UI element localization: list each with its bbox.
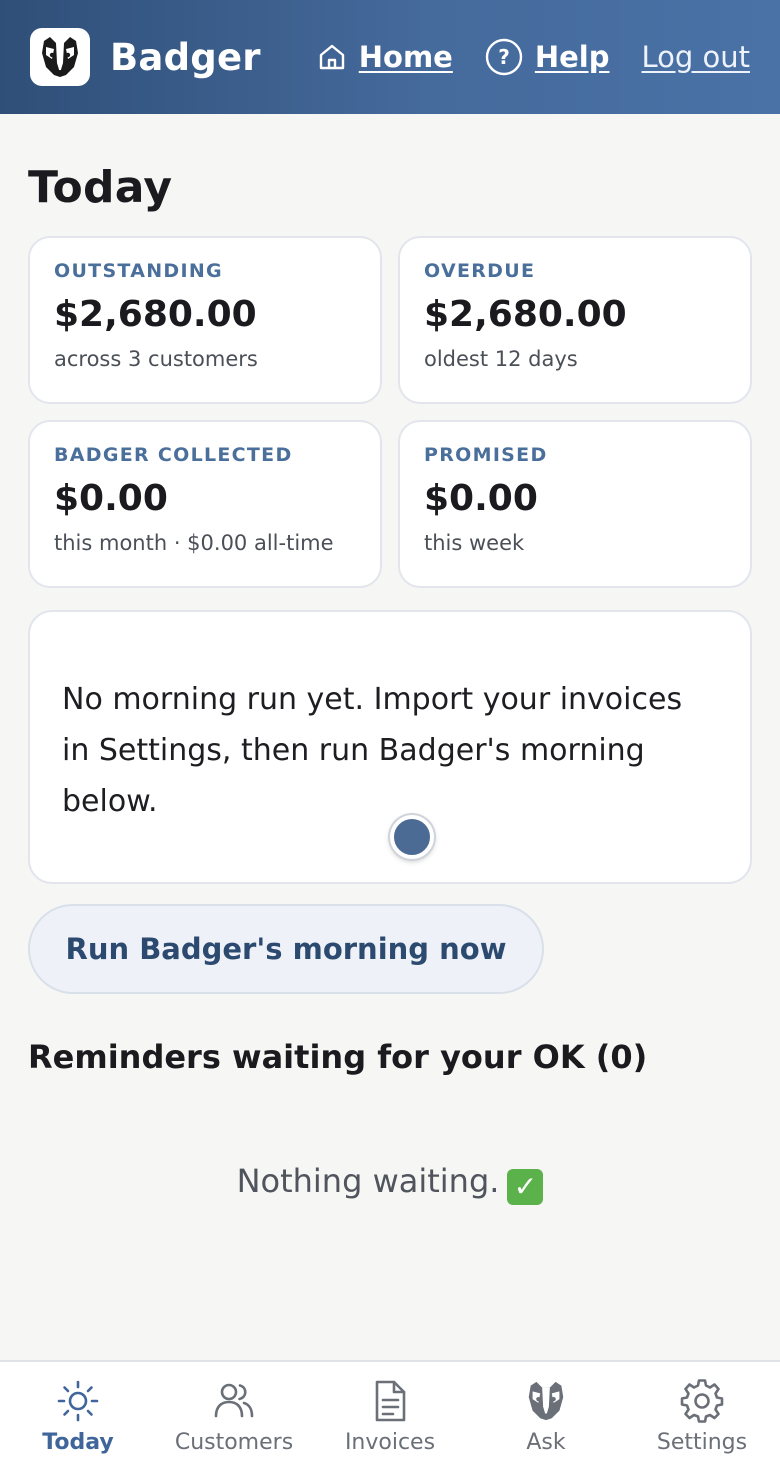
- stat-card-overdue[interactable]: OVERDUE $2,680.00 oldest 12 days: [398, 236, 752, 404]
- stat-label: PROMISED: [424, 444, 548, 466]
- sun-icon: [57, 1380, 99, 1422]
- bottom-nav: Today Customers Invoices Ask Settings: [0, 1360, 780, 1480]
- stats-grid: OUTSTANDING $2,680.00 across 3 customers…: [28, 236, 752, 588]
- top-header: Badger Home ? Help Log out: [0, 0, 780, 114]
- nav-help-label: Help: [534, 40, 610, 74]
- loading-indicator: [390, 815, 434, 859]
- tab-ask[interactable]: Ask: [468, 1362, 624, 1480]
- tab-settings[interactable]: Settings: [624, 1362, 780, 1480]
- stat-card-collected[interactable]: BADGER COLLECTED $0.00 this month · $0.0…: [28, 420, 382, 588]
- stat-card-promised[interactable]: PROMISED $0.00 this week: [398, 420, 752, 588]
- help-icon: ?: [485, 38, 523, 76]
- stat-subtext: this month · $0.00 all-time: [54, 531, 334, 555]
- stat-value: $2,680.00: [424, 294, 627, 335]
- stat-label: BADGER COLLECTED: [54, 444, 293, 466]
- gear-icon: [680, 1379, 724, 1423]
- badger-icon: [528, 1381, 564, 1421]
- document-icon: [375, 1380, 406, 1422]
- tab-label: Ask: [526, 1430, 566, 1455]
- brand-name: Badger: [110, 35, 261, 79]
- tab-label: Settings: [656, 1430, 748, 1455]
- tab-today[interactable]: Today: [0, 1362, 156, 1480]
- stat-value: $2,680.00: [54, 294, 257, 335]
- run-morning-button[interactable]: Run Badger's morning now: [28, 904, 544, 994]
- badger-logo-icon: [42, 37, 78, 77]
- tab-label: Invoices: [344, 1430, 436, 1455]
- reminders-heading: Reminders waiting for your OK (0): [28, 1038, 648, 1076]
- tab-label: Today: [42, 1430, 114, 1455]
- nav-home-label: Home: [358, 40, 453, 74]
- check-mark-icon: ✓: [507, 1169, 544, 1205]
- reminders-empty-state: Nothing waiting. ✓: [0, 1162, 780, 1205]
- stat-value: $0.00: [424, 478, 538, 519]
- users-icon: [214, 1383, 254, 1418]
- stat-card-outstanding[interactable]: OUTSTANDING $2,680.00 across 3 customers: [28, 236, 382, 404]
- stat-label: OVERDUE: [424, 260, 536, 282]
- svg-text:?: ?: [498, 45, 510, 69]
- morning-run-panel: No morning run yet. Import your invoices…: [28, 610, 752, 884]
- nav-help-link[interactable]: ? Help: [485, 38, 610, 76]
- home-icon: [317, 42, 347, 72]
- badger-logo[interactable]: [30, 28, 90, 86]
- stat-subtext: this week: [424, 531, 525, 555]
- stat-label: OUTSTANDING: [54, 260, 223, 282]
- header-nav: Home ? Help Log out: [317, 38, 750, 76]
- stat-value: $0.00: [54, 478, 168, 519]
- tab-customers[interactable]: Customers: [156, 1362, 312, 1480]
- tab-invoices[interactable]: Invoices: [312, 1362, 468, 1480]
- nav-home-link[interactable]: Home: [317, 40, 453, 74]
- stat-subtext: oldest 12 days: [424, 347, 578, 371]
- morning-run-message: No morning run yet. Import your invoices…: [62, 682, 683, 819]
- empty-state-text: Nothing waiting.: [236, 1162, 500, 1200]
- tab-label: Customers: [174, 1430, 294, 1455]
- app: Badger Home ? Help Log out Today OUTSTAN…: [0, 0, 780, 1480]
- logout-link[interactable]: Log out: [641, 40, 750, 74]
- stat-subtext: across 3 customers: [54, 347, 258, 371]
- page-title: Today: [28, 162, 173, 213]
